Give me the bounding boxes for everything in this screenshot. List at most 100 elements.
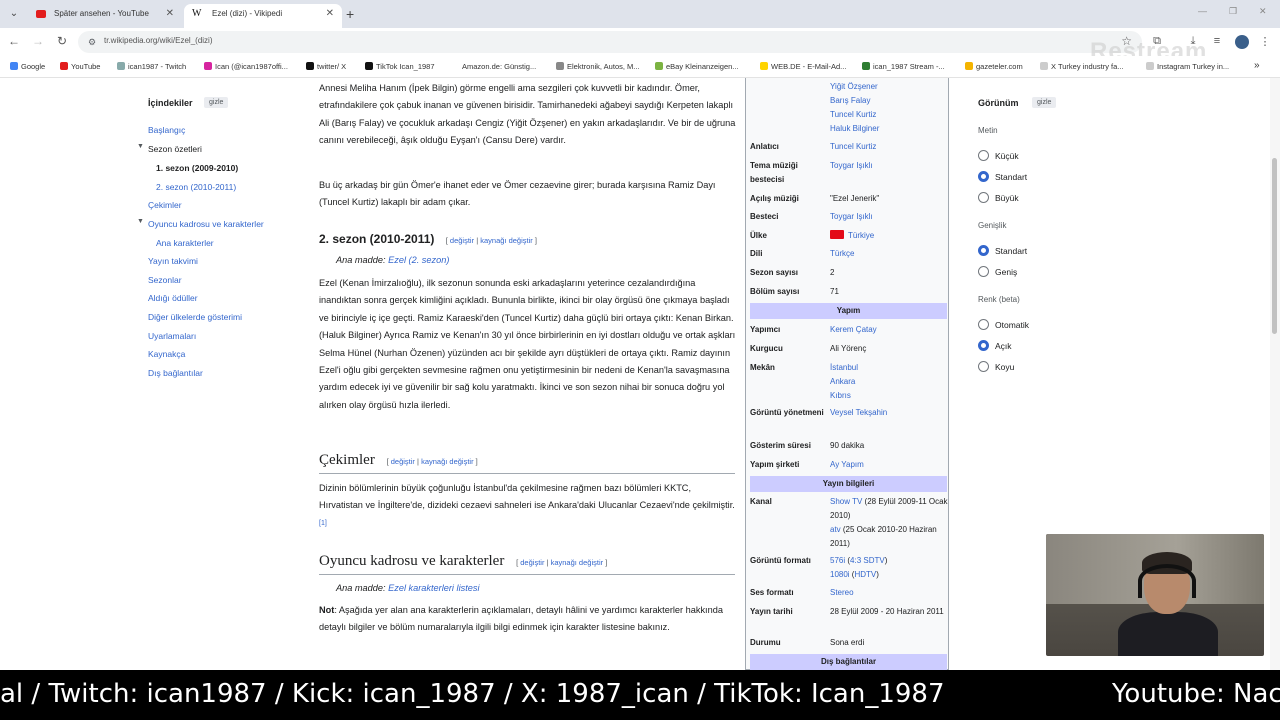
bookmark-item[interactable]: X Turkey industry fa... [1040,62,1124,71]
maximize-icon[interactable]: ❐ [1229,6,1237,17]
close-window-icon[interactable]: ✕ [1259,6,1267,17]
minimize-icon[interactable]: — [1198,6,1207,16]
tab-search-icon[interactable]: ⌄ [6,6,22,22]
toc-item[interactable]: Diğer ülkelerde gösterimi [148,312,242,322]
toc-item[interactable]: Sezon özetleri [148,144,202,154]
bookmarks-bar: Google YouTube ican1987 - Twitch Ican (@… [0,56,1280,78]
radio-width-genis[interactable]: Geniş [978,266,1017,277]
paragraph: Dizinin bölümlerinin büyük çoğunluğu İst… [319,483,735,527]
bookmark-item[interactable]: ican1987 - Twitch [117,62,186,71]
section-heading: 2. sezon (2010-2011) [ değiştir | kaynağ… [319,232,537,246]
scrollbar-thumb[interactable] [1272,158,1277,334]
site-info-icon[interactable]: ⚙ [88,37,96,48]
media-icon[interactable]: ≡ [1210,35,1224,47]
appearance-hide-button[interactable]: gizle [1032,97,1057,108]
close-icon[interactable]: ✕ [166,4,174,24]
bookmark-item[interactable]: TikTok Ican_1987 [365,62,435,71]
radio-acik[interactable]: Açık [978,340,1012,351]
forward-icon[interactable]: → [30,34,46,48]
page-scrollbar[interactable] [1270,78,1280,670]
bookmark-item[interactable]: Instagram Turkey in... [1146,62,1229,71]
profile-avatar[interactable] [1235,35,1249,49]
bookmark-item[interactable]: WEB.DE - E-Mail-Ad... [760,62,846,71]
toc-item-current[interactable]: 1. sezon (2009-2010) [156,163,238,173]
color-label: Renk (beta) [978,295,1020,304]
youtube-icon [36,10,46,18]
bookmark-item[interactable]: ican_1987 Stream -... [862,62,945,71]
toc-item[interactable]: 2. sezon (2010-2011) [156,182,236,192]
bookmark-item[interactable]: eBay Kleinanzeigen... [655,62,739,71]
tab-title: Später ansehen - YouTube [54,9,149,18]
menu-icon[interactable]: ⋮ [1258,35,1272,48]
infobox-value: Ankara [830,377,856,386]
infobox-value: Kıbrıs [830,391,851,400]
infobox-band: Yapım [750,303,947,319]
address-bar[interactable]: ⚙ tr.wikipedia.org/wiki/Ezel_(dizi) ☆ [78,31,1142,53]
back-icon[interactable]: ← [6,34,22,48]
toc-item[interactable]: Başlangıç [148,125,185,135]
tab-strip: ⌄ Später ansehen - YouTube ✕ W Ezel (diz… [0,0,1280,28]
edit-link[interactable]: değiştir [391,457,415,466]
toc-item[interactable]: Yayın takvimi [148,256,198,266]
tab-wikipedia[interactable]: W Ezel (dizi) - Vikipedi ✕ [184,4,342,28]
tab-youtube[interactable]: Später ansehen - YouTube ✕ [26,4,182,28]
section-heading-cekimler: Çekimler [ değiştir | kaynağı değiştir ] [319,452,735,475]
toc-item[interactable]: Çekimler [148,200,182,210]
edit-source-link[interactable]: kaynağı değiştir [551,558,604,567]
toc-hide-button[interactable]: gizle [204,97,229,108]
radio-icon [978,266,989,277]
radio-icon [978,361,989,372]
bookmark-item[interactable]: Elektronik, Autos, M... [556,62,640,71]
toc-title: İçindekiler gizle [148,97,229,108]
more-bookmarks-icon[interactable]: » [1254,60,1260,71]
chevron-down-icon[interactable]: ▼ [137,218,144,225]
main-article-note: Ana madde: Ezel karakterleri listesi [336,583,480,593]
new-tab-button[interactable]: + [346,4,354,24]
cast-link[interactable]: Tuncel Kurtiz [830,108,879,122]
bookmark-item[interactable]: Amazon.de: Günstig... [451,62,536,71]
toc-item[interactable]: Ana karakterler [156,238,214,248]
reload-icon[interactable]: ↻ [54,34,70,48]
radio-kucuk[interactable]: Küçük [978,150,1019,161]
bookmark-item[interactable]: YouTube [60,62,100,71]
radio-buyuk[interactable]: Büyük [978,192,1019,203]
toc-item[interactable]: Sezonlar [148,275,182,285]
chevron-down-icon[interactable]: ▼ [137,143,144,150]
radio-icon [978,319,989,330]
main-article-link[interactable]: Ezel karakterleri listesi [388,583,479,593]
main-article-note: Ana madde: Ezel (2. sezon) [336,255,450,265]
infobox-band: Dış bağlantılar [750,654,947,670]
bookmark-item[interactable]: Google [10,62,45,71]
radio-width-standart[interactable]: Standart [978,245,1027,256]
radio-otomatik[interactable]: Otomatik [978,319,1029,330]
reference-link[interactable]: [1] [319,520,327,527]
cast-link[interactable]: Barış Falay [830,94,879,108]
webcam-overlay [1046,534,1264,656]
bookmark-item[interactable]: gazeteler.com [965,62,1023,71]
radio-koyu[interactable]: Koyu [978,361,1014,372]
paragraph: Annesi Meliha Hanım (İpek Bilgin) görme … [319,83,736,146]
tab-title: Ezel (dizi) - Vikipedi [212,9,283,18]
radio-icon [978,150,989,161]
toc-item[interactable]: Aldığı ödüller [148,293,198,303]
text-size-label: Metin [978,126,998,135]
bookmark-item[interactable]: Ican (@ican1987offi... [204,62,288,71]
edit-source-link[interactable]: kaynağı değiştir [480,236,533,245]
cast-link[interactable]: Haluk Bilginer [830,122,879,136]
bookmark-item[interactable]: twitter/ X [306,62,346,71]
toc-item[interactable]: Oyuncu kadrosu ve karakterler [148,219,264,229]
toc-item[interactable]: Uyarlamaları [148,331,196,341]
radio-standart[interactable]: Standart [978,171,1027,182]
close-icon[interactable]: ✕ [326,4,334,24]
toc-item[interactable]: Kaynakça [148,349,185,359]
cast-link[interactable]: Yiğit Özşener [830,80,879,94]
infobox-cast-list: Yiğit Özşener Barış Falay Tuncel Kurtiz … [830,80,879,136]
url-text[interactable]: tr.wikipedia.org/wiki/Ezel_(dizi) [104,36,212,45]
headphones-icon [1138,564,1196,598]
edit-link[interactable]: değiştir [450,236,474,245]
radio-checked-icon [978,245,989,256]
main-article-link[interactable]: Ezel (2. sezon) [388,255,449,265]
toc-item[interactable]: Dış bağlantılar [148,368,203,378]
edit-link[interactable]: değiştir [520,558,544,567]
edit-source-link[interactable]: kaynağı değiştir [421,457,474,466]
